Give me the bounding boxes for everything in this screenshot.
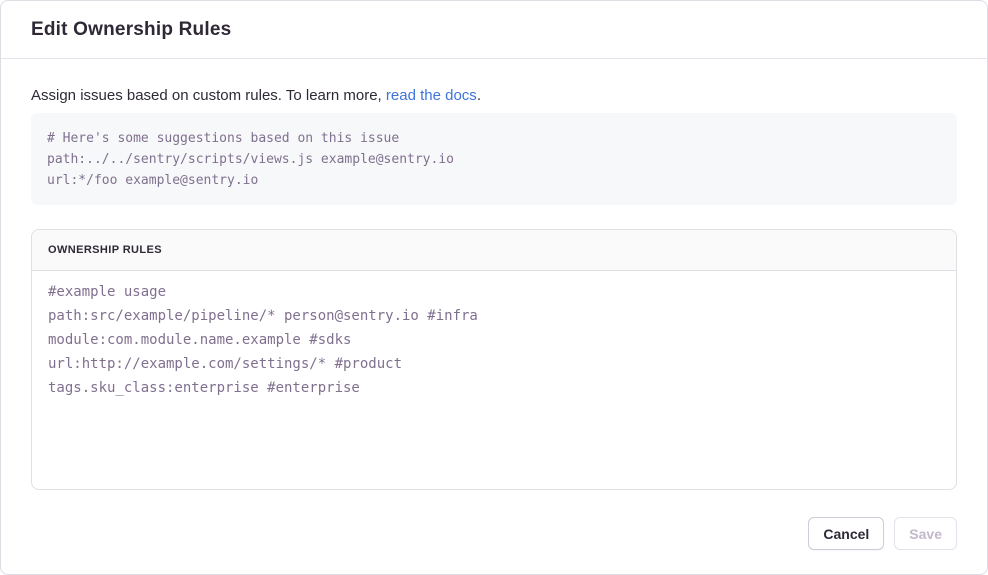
suggestion-line: path:../../sentry/scripts/views.js examp… <box>47 149 941 170</box>
ownership-rules-panel-header: OWNERSHIP RULES <box>32 230 956 271</box>
read-the-docs-link[interactable]: read the docs <box>386 87 477 104</box>
ownership-rules-panel-title: OWNERSHIP RULES <box>48 244 162 256</box>
ownership-rules-textarea[interactable] <box>32 271 956 489</box>
modal-body: Assign issues based on custom rules. To … <box>1 59 987 490</box>
suggestions-block: # Here's some suggestions based on this … <box>31 113 957 205</box>
description-period: . <box>477 87 481 104</box>
modal-header: Edit Ownership Rules <box>1 1 987 59</box>
edit-ownership-rules-modal: Edit Ownership Rules Assign issues based… <box>0 0 988 575</box>
description: Assign issues based on custom rules. To … <box>31 87 957 105</box>
modal-title: Edit Ownership Rules <box>31 19 231 41</box>
ownership-rules-panel: OWNERSHIP RULES <box>31 229 957 490</box>
modal-footer: Cancel Save <box>1 490 987 550</box>
suggestion-line: # Here's some suggestions based on this … <box>47 128 941 149</box>
save-button[interactable]: Save <box>894 517 957 550</box>
description-text: Assign issues based on custom rules. To … <box>31 87 386 104</box>
suggestion-line: url:*/foo example@sentry.io <box>47 170 941 191</box>
cancel-button[interactable]: Cancel <box>808 517 884 550</box>
